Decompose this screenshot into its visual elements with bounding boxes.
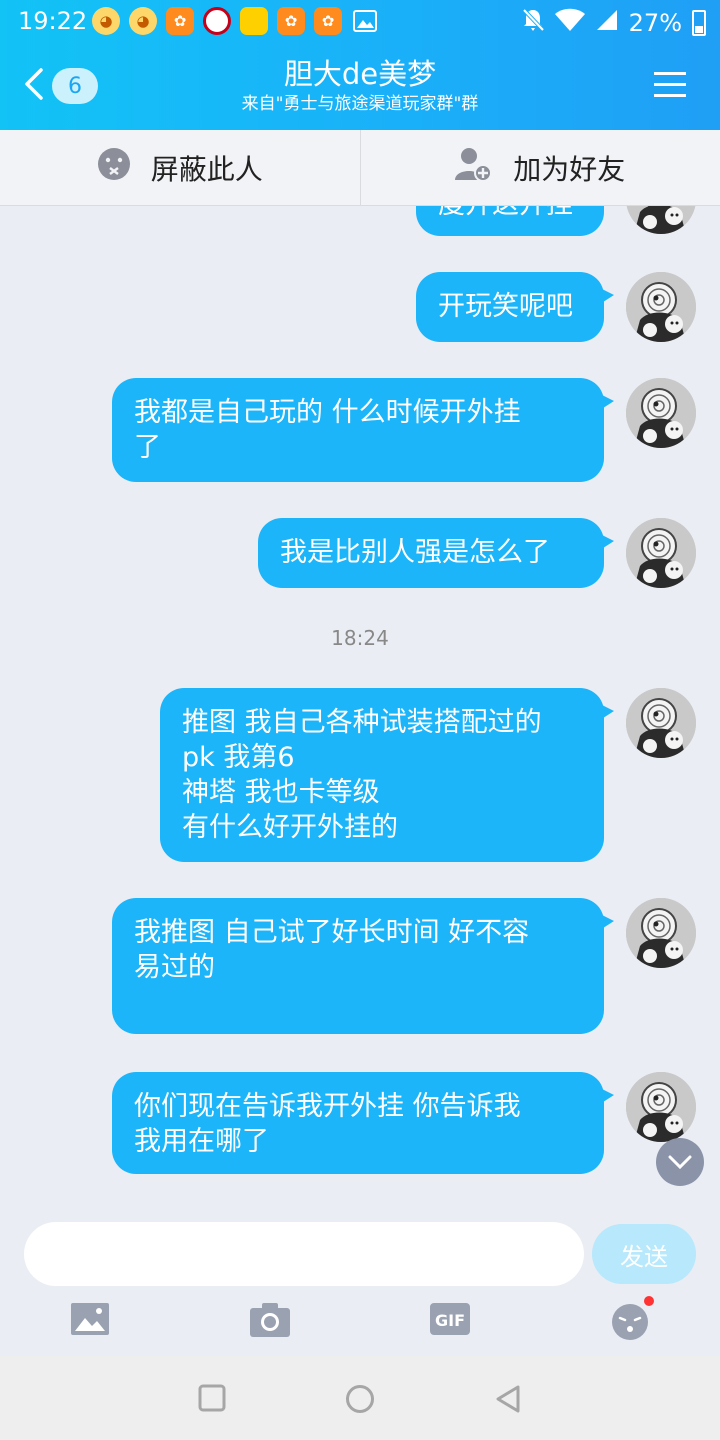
triangle-back-icon xyxy=(496,1385,520,1413)
avatar[interactable] xyxy=(626,378,696,448)
message-bubble[interactable]: 我推图 自己试了好长时间 好不容 易过的 xyxy=(112,898,614,1034)
add-user-icon xyxy=(455,147,493,188)
message-bubble[interactable]: 推图 我自己各种试装搭配过的 pk 我第6 神塔 我也卡等级 有什么好开外挂的 xyxy=(160,688,614,862)
chevron-down-icon xyxy=(668,1155,692,1169)
notification-dot xyxy=(644,1296,654,1306)
recents-button[interactable] xyxy=(198,1384,226,1416)
avatar-mask-icon xyxy=(626,378,696,448)
avatar-mask-icon xyxy=(626,688,696,758)
avatar-mask-icon xyxy=(626,518,696,588)
chat-area[interactable]: 度开这开挂 开玩笑呢吧 我都是自己玩的 什么时候开外挂 了 我是比别人强是怎么了… xyxy=(0,206,720,1210)
hamburger-icon xyxy=(654,72,686,97)
meituan-icon xyxy=(240,7,268,35)
block-face-icon xyxy=(97,147,131,188)
message-bubble[interactable]: 我是比别人强是怎么了 xyxy=(258,518,614,588)
notification-icons: ◕ ◕ ✿ ✿ ✿ xyxy=(92,7,379,35)
avatar-mask-icon xyxy=(626,898,696,968)
status-bar: 19:22 ◕ ◕ ✿ ✿ ✿ 27% xyxy=(0,0,720,44)
avatar[interactable] xyxy=(626,272,696,342)
battery-percent: 27% xyxy=(628,9,682,37)
avatar[interactable] xyxy=(626,518,696,588)
camera-icon xyxy=(250,1303,290,1337)
avatar[interactable] xyxy=(626,898,696,968)
message-bubble[interactable]: 度开这开挂 xyxy=(416,206,604,236)
system-nav-bar xyxy=(0,1356,720,1440)
duck-app-icon: ◕ xyxy=(92,7,120,35)
flower-app-icon: ✿ xyxy=(166,7,194,35)
message-input[interactable] xyxy=(24,1222,584,1286)
emoji-button[interactable] xyxy=(610,1296,654,1342)
block-user-label: 屏蔽此人 xyxy=(150,152,263,186)
input-area: 发送 xyxy=(0,1210,720,1300)
menu-button[interactable] xyxy=(654,70,688,100)
avatar[interactable] xyxy=(626,206,696,234)
message-bubble[interactable]: 你们现在告诉我开外挂 你告诉我 我用在哪了 xyxy=(112,1072,614,1174)
chevron-left-icon xyxy=(24,68,44,104)
unread-badge: 6 xyxy=(52,68,98,104)
citic-bank-icon xyxy=(203,7,231,35)
add-friend-button[interactable]: 加为好友 xyxy=(359,130,720,205)
status-right: 27% xyxy=(521,7,706,39)
battery-icon xyxy=(692,10,706,36)
mute-icon xyxy=(521,7,545,39)
gif-button[interactable]: GIF xyxy=(430,1302,470,1342)
time-separator: 18:24 xyxy=(331,626,389,650)
gif-icon: GIF xyxy=(430,1303,470,1335)
square-icon xyxy=(198,1384,226,1412)
emoji-icon xyxy=(612,1304,648,1340)
camera-button[interactable] xyxy=(250,1302,290,1342)
input-toolbar: GIF xyxy=(0,1296,720,1356)
image-notification-icon xyxy=(351,7,379,35)
message-bubble[interactable]: 我都是自己玩的 什么时候开外挂 了 xyxy=(112,378,614,482)
avatar[interactable] xyxy=(626,1072,696,1142)
block-user-button[interactable]: 屏蔽此人 xyxy=(0,130,360,205)
message-bubble[interactable]: 开玩笑呢吧 xyxy=(416,272,614,342)
send-button[interactable]: 发送 xyxy=(592,1224,696,1284)
chat-title: 胆大de美梦 xyxy=(283,57,437,91)
flower-app-icon: ✿ xyxy=(277,7,305,35)
wifi-icon xyxy=(554,8,585,38)
image-button[interactable] xyxy=(70,1302,110,1342)
avatar-mask-icon xyxy=(626,1072,696,1142)
duck-app-icon: ◕ xyxy=(129,7,157,35)
image-icon xyxy=(71,1303,109,1335)
chat-subtitle: 来自"勇士与旅途渠道玩家群"群 xyxy=(241,94,479,114)
avatar-mask-icon xyxy=(626,272,696,342)
flower-app-icon: ✿ xyxy=(314,7,342,35)
action-bar: 屏蔽此人 加为好友 xyxy=(0,130,720,206)
status-time: 19:22 xyxy=(18,7,88,35)
title-area: 胆大de美梦 来自"勇士与旅途渠道玩家群"群 xyxy=(160,56,560,116)
svg-text:GIF: GIF xyxy=(435,1311,465,1330)
back-nav-button[interactable] xyxy=(494,1384,522,1418)
avatar-mask-icon xyxy=(626,206,696,234)
home-button[interactable] xyxy=(345,1384,375,1418)
circle-icon xyxy=(346,1385,374,1413)
header: 19:22 ◕ ◕ ✿ ✿ ✿ 27% 6 胆大de美梦 来自"勇士与旅途渠道玩… xyxy=(0,0,720,130)
signal-icon xyxy=(595,8,619,38)
back-button[interactable]: 6 xyxy=(24,64,104,108)
avatar[interactable] xyxy=(626,688,696,758)
add-friend-label: 加为好友 xyxy=(513,152,626,186)
scroll-down-button[interactable] xyxy=(656,1138,704,1186)
